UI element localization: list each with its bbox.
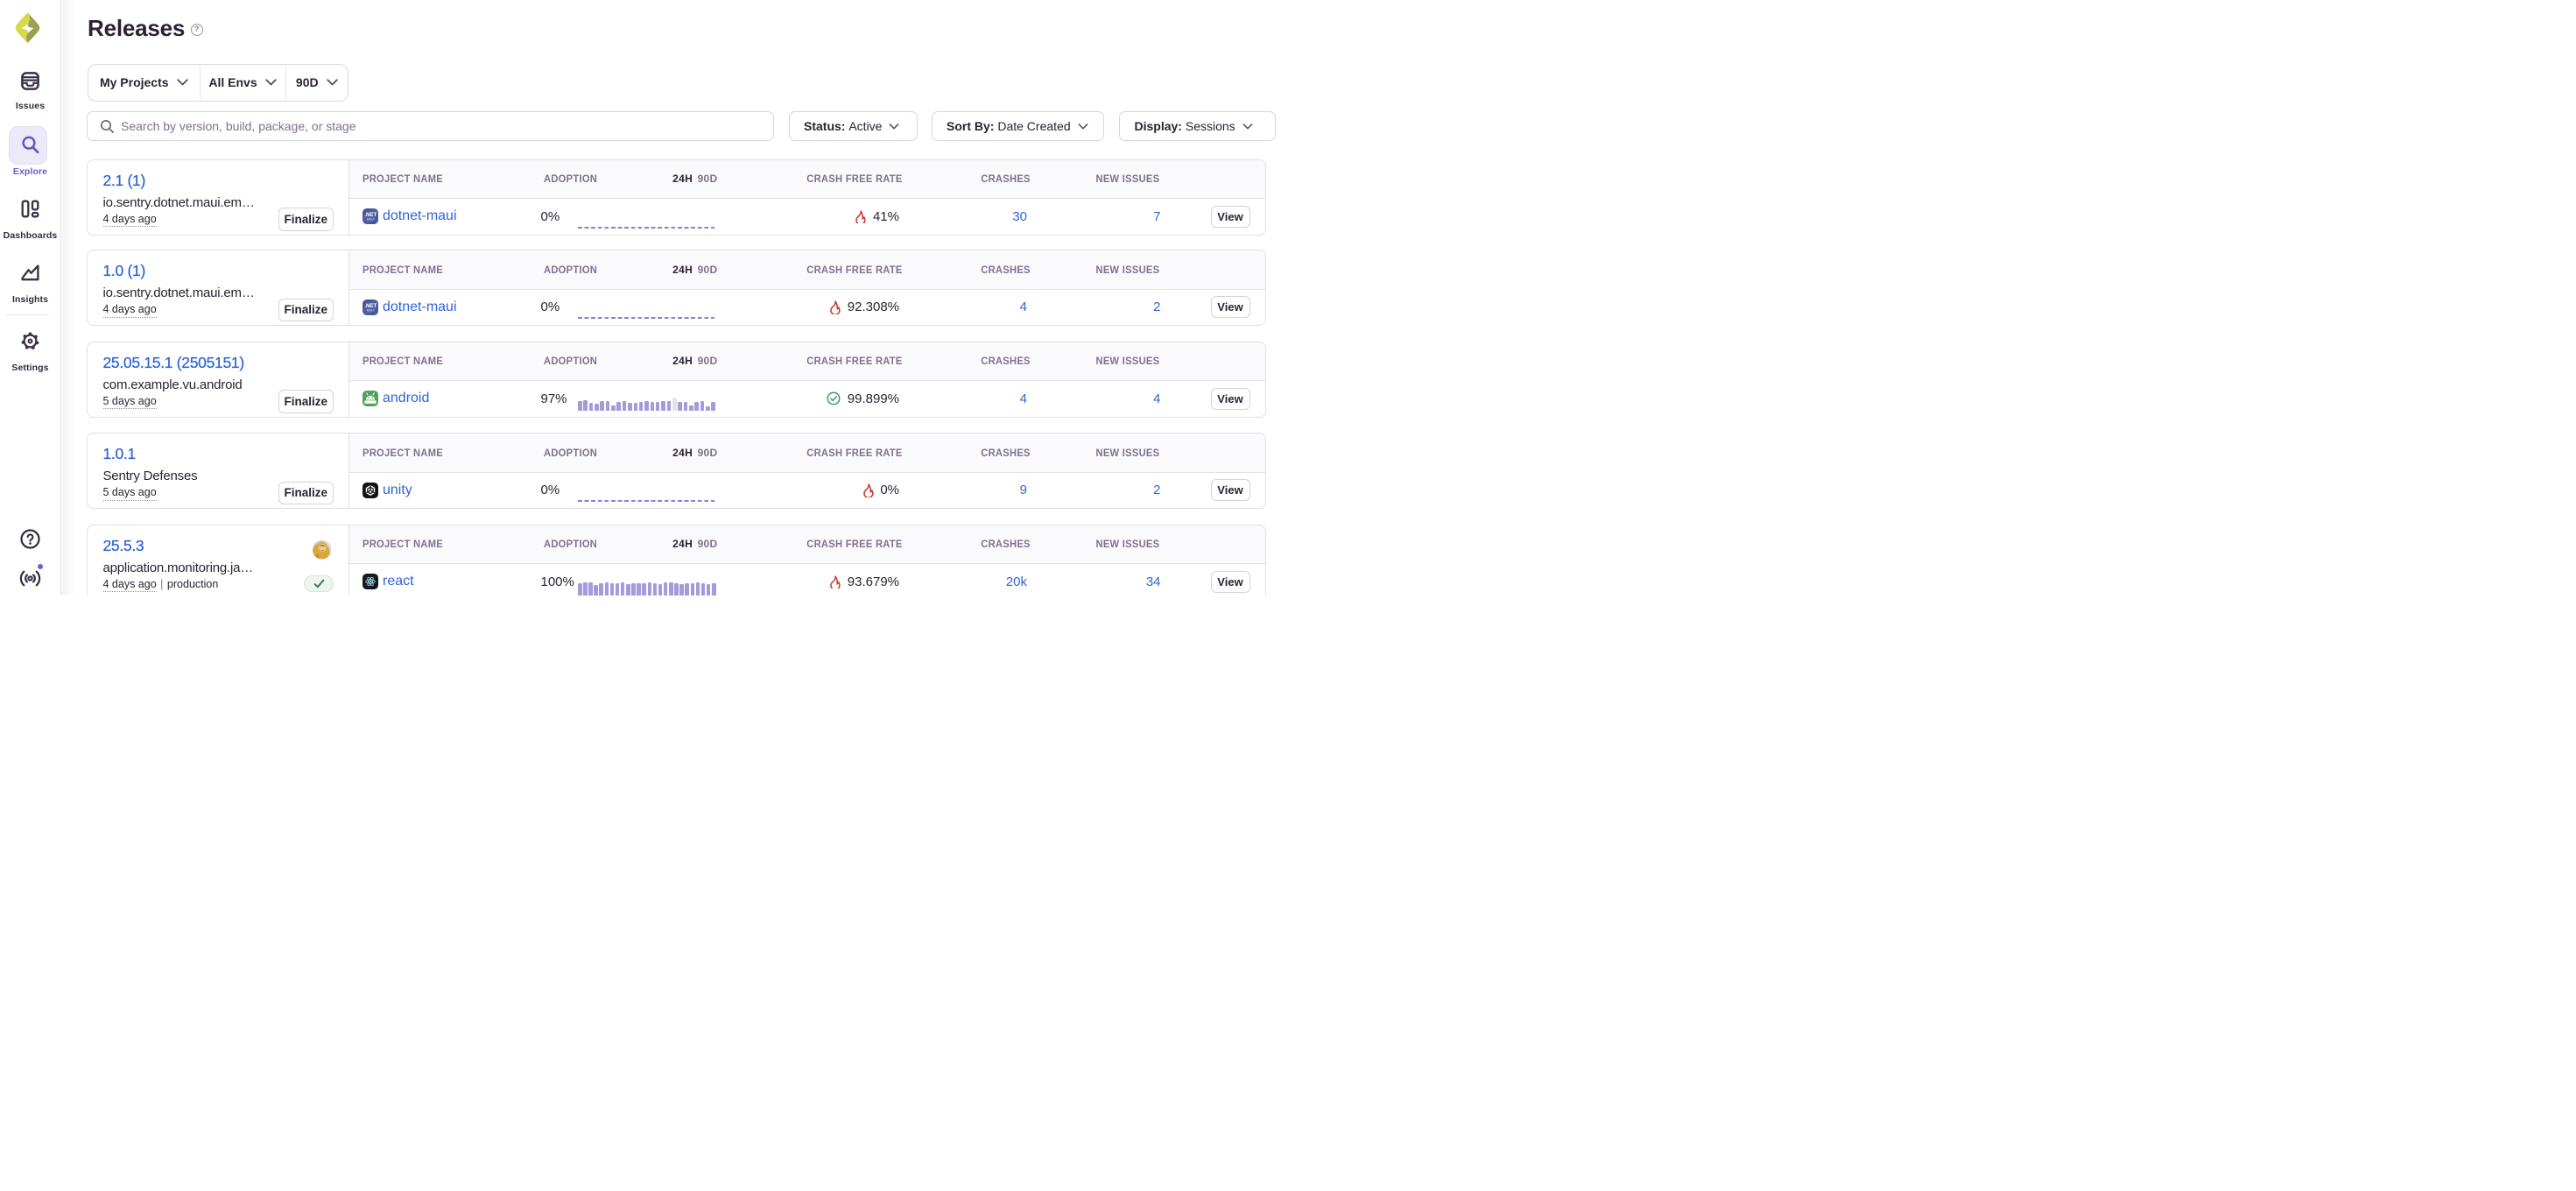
svg-text:MAUI: MAUI: [366, 218, 374, 222]
svg-text:.NET: .NET: [364, 303, 377, 309]
svg-text:.NET: .NET: [364, 212, 377, 218]
svg-text:MAUI: MAUI: [366, 308, 374, 312]
